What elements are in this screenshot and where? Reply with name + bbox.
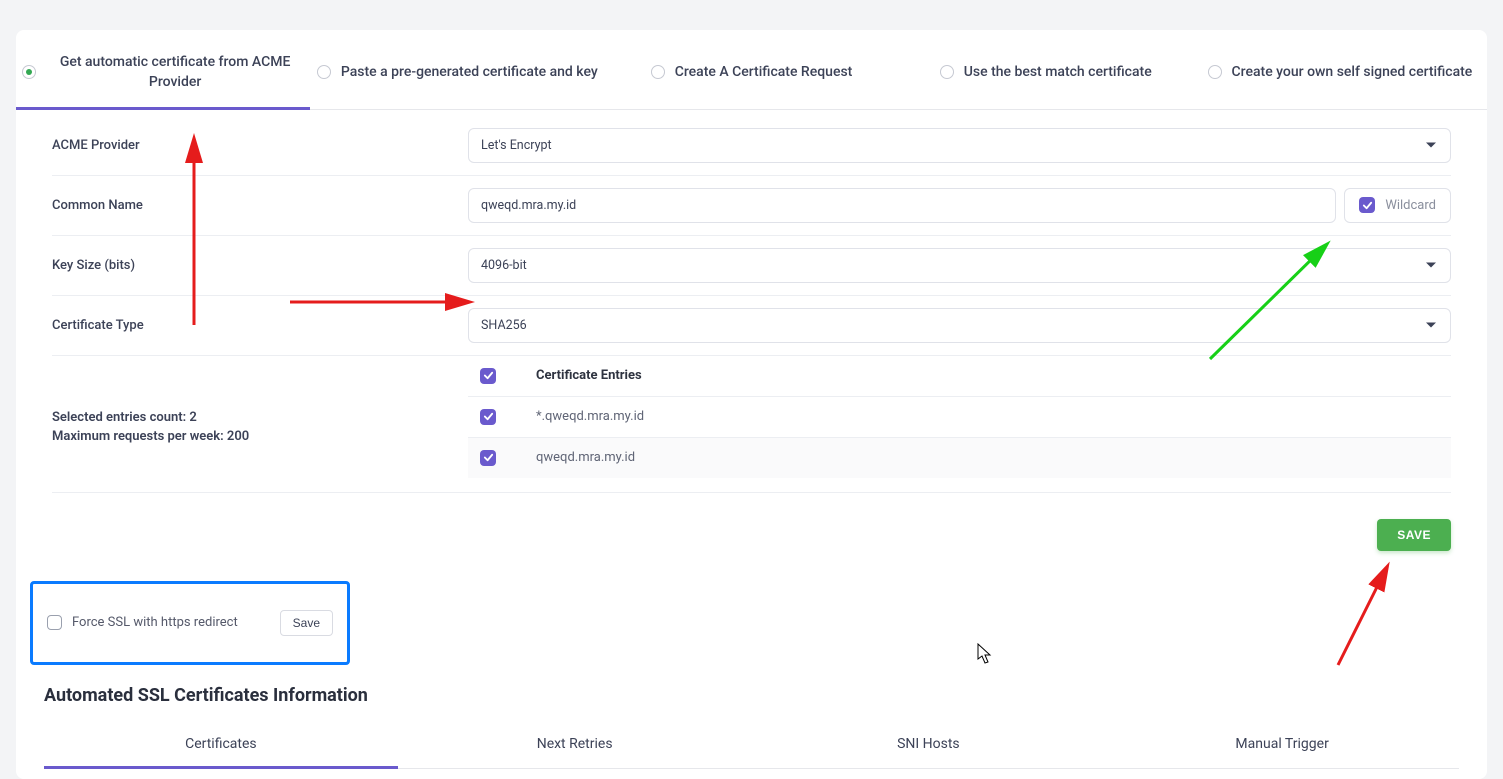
entries-table: Certificate Entries *.qweqd.mra.my.id qw…: [468, 356, 1451, 478]
radio-icon: [317, 65, 331, 79]
force-ssl-label: Force SSL with https redirect: [72, 615, 280, 630]
section-title-automated-ssl: Automated SSL Certificates Information: [16, 677, 1487, 710]
row-key-size: Key Size (bits) 4096-bit: [52, 236, 1451, 296]
entries-header-row: Certificate Entries: [468, 356, 1451, 397]
input-common-name[interactable]: qweqd.mra.my.id: [468, 188, 1336, 223]
tab-label: Paste a pre-generated certificate and ke…: [341, 62, 598, 82]
entry-row: qweqd.mra.my.id: [468, 438, 1451, 478]
force-ssl-save-button[interactable]: Save: [280, 610, 333, 636]
tab-next-retries[interactable]: Next Retries: [398, 720, 752, 768]
entries-max: Maximum requests per week: 200: [52, 427, 468, 447]
radio-icon: [22, 65, 36, 79]
checkbox-wildcard[interactable]: [1359, 197, 1375, 213]
row-cert-entries: Selected entries count: 2 Maximum reques…: [52, 356, 1451, 493]
tab-create-csr[interactable]: Create A Certificate Request: [604, 30, 898, 109]
save-bar: SAVE: [16, 503, 1487, 559]
ssl-panel: Get automatic certificate from ACME Prov…: [16, 30, 1487, 779]
check-icon: [483, 370, 494, 381]
tab-acme-automatic[interactable]: Get automatic certificate from ACME Prov…: [16, 30, 310, 109]
tab-certificates[interactable]: Certificates: [44, 720, 398, 768]
ssl-info-tabs: Certificates Next Retries SNI Hosts Manu…: [44, 720, 1459, 769]
radio-icon: [651, 65, 665, 79]
entries-count: Selected entries count: 2: [52, 408, 468, 428]
row-acme-provider: ACME Provider Let's Encrypt: [52, 116, 1451, 176]
checkbox-select-all-entries[interactable]: [480, 368, 496, 384]
tab-label: Use the best match certificate: [964, 62, 1152, 82]
label-acme-provider: ACME Provider: [52, 138, 468, 153]
wildcard-label: Wildcard: [1385, 198, 1436, 213]
select-key-size[interactable]: 4096-bit: [468, 248, 1451, 283]
radio-icon: [940, 65, 954, 79]
force-ssl-box: Force SSL with https redirect Save: [30, 581, 350, 665]
acme-form: ACME Provider Let's Encrypt Common Name …: [16, 110, 1487, 503]
label-key-size: Key Size (bits): [52, 258, 468, 273]
row-cert-type: Certificate Type SHA256: [52, 296, 1451, 356]
select-value: SHA256: [481, 318, 527, 333]
save-button[interactable]: SAVE: [1377, 519, 1451, 551]
row-common-name: Common Name qweqd.mra.my.id Wildcard: [52, 176, 1451, 236]
cert-mode-tabs: Get automatic certificate from ACME Prov…: [16, 30, 1487, 110]
select-value: Let's Encrypt: [481, 138, 552, 153]
radio-icon: [1208, 65, 1222, 79]
label-common-name: Common Name: [52, 198, 468, 213]
wildcard-toggle-box: Wildcard: [1344, 188, 1451, 223]
select-cert-type[interactable]: SHA256: [468, 308, 1451, 343]
tab-paste-cert[interactable]: Paste a pre-generated certificate and ke…: [310, 30, 604, 109]
entries-summary: Selected entries count: 2 Maximum reques…: [52, 356, 468, 478]
entry-label: qweqd.mra.my.id: [536, 450, 635, 465]
tab-best-match[interactable]: Use the best match certificate: [899, 30, 1193, 109]
tab-manual-trigger[interactable]: Manual Trigger: [1105, 720, 1459, 768]
entry-label: *.qweqd.mra.my.id: [536, 409, 644, 424]
checkbox-entry[interactable]: [480, 450, 496, 466]
entries-header-label: Certificate Entries: [536, 368, 642, 383]
tab-self-signed[interactable]: Create your own self signed certificate: [1193, 30, 1487, 109]
check-icon: [483, 411, 494, 422]
check-icon: [1362, 200, 1373, 211]
select-value: 4096-bit: [481, 258, 527, 273]
tab-label: Get automatic certificate from ACME Prov…: [46, 52, 304, 93]
tab-label: Create your own self signed certificate: [1232, 62, 1473, 82]
check-icon: [483, 452, 494, 463]
entry-row: *.qweqd.mra.my.id: [468, 397, 1451, 438]
tab-sni-hosts[interactable]: SNI Hosts: [752, 720, 1106, 768]
checkbox-force-ssl[interactable]: [47, 615, 62, 630]
checkbox-entry[interactable]: [480, 409, 496, 425]
select-acme-provider[interactable]: Let's Encrypt: [468, 128, 1451, 163]
input-value: qweqd.mra.my.id: [481, 198, 576, 213]
tab-label: Create A Certificate Request: [675, 62, 853, 82]
label-cert-type: Certificate Type: [52, 318, 468, 333]
